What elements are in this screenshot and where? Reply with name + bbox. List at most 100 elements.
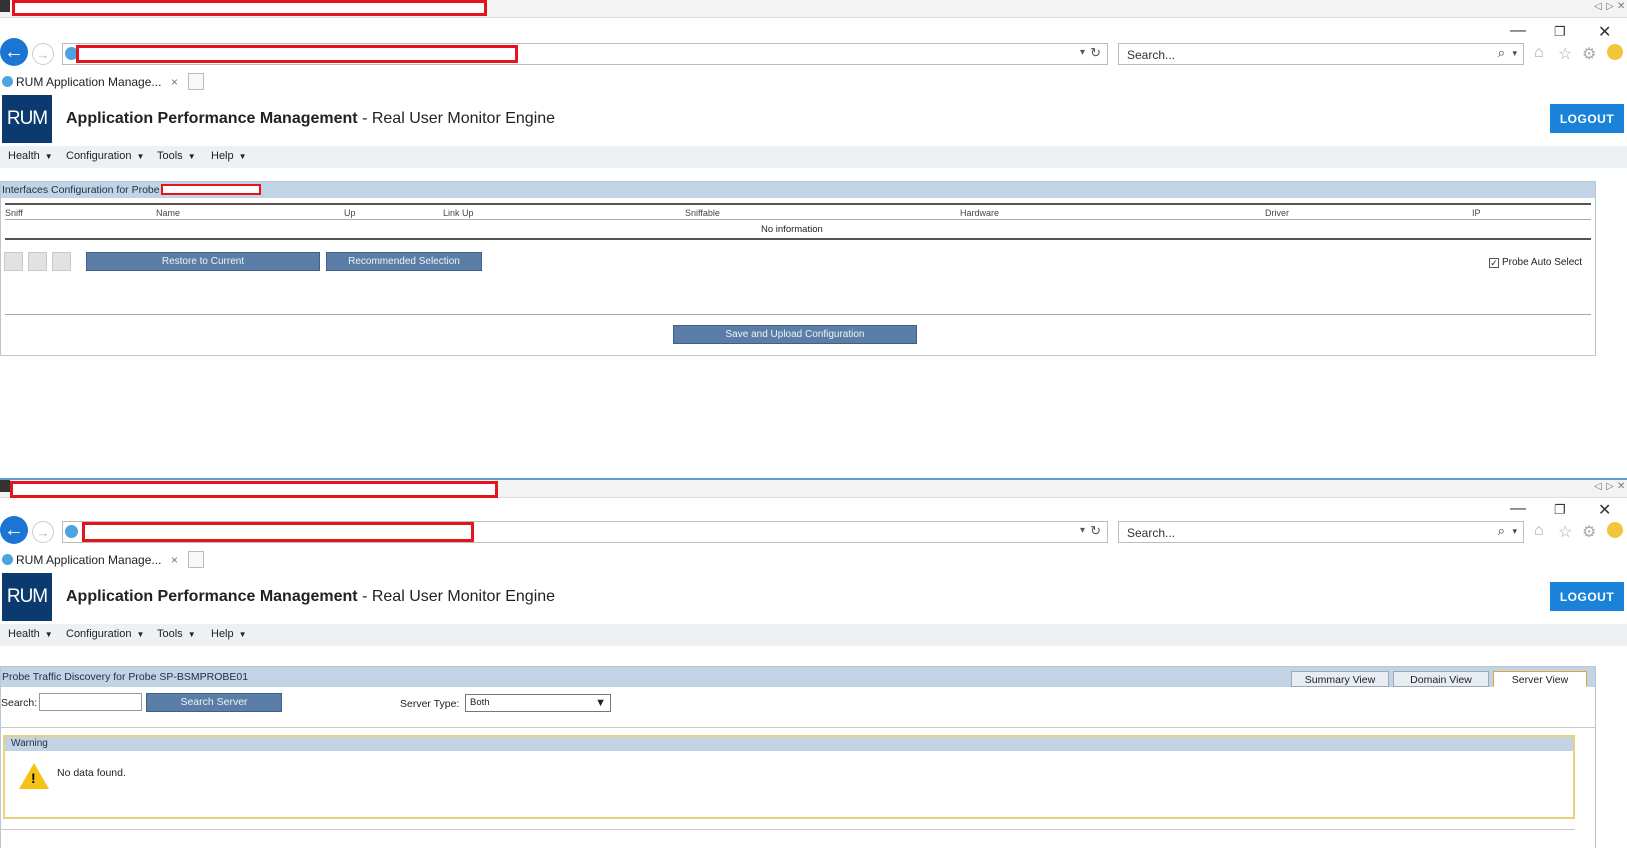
search-icon[interactable]: ⌕ [1498, 45, 1505, 61]
section-rule [1, 727, 1595, 728]
menu-health[interactable]: Health ▼ [8, 150, 53, 162]
probe-auto-select-checkbox[interactable]: ✓ [1489, 258, 1499, 268]
menu-tools-label: Tools [157, 150, 183, 162]
chevron-down-icon: ▼ [136, 630, 145, 639]
tab-scroll-left-icon[interactable]: ◁ [1594, 1, 1602, 12]
menu-tools[interactable]: Tools ▼ [157, 150, 196, 162]
browser-tab[interactable]: RUM Application Manage... × [0, 72, 182, 92]
app-title-bold: Application Performance Management [66, 588, 358, 605]
search-server-button[interactable]: Search Server [146, 693, 282, 712]
col-driver[interactable]: Driver [1265, 208, 1289, 218]
menu-configuration[interactable]: Configuration ▼ [66, 150, 144, 162]
tab-close-icon[interactable]: × [171, 550, 178, 570]
search-box[interactable]: ⌕ ▾ [1118, 43, 1524, 65]
save-upload-button[interactable]: Save and Upload Configuration [673, 325, 917, 344]
col-hardware[interactable]: Hardware [960, 208, 999, 218]
back-button[interactable]: ← [0, 516, 28, 544]
table-bottom-rule [5, 238, 1591, 240]
chevron-down-icon: ▼ [187, 630, 196, 639]
close-small-icon[interactable]: ✕ [1617, 481, 1625, 492]
menu-configuration-label: Configuration [66, 150, 132, 162]
ie-tab-icon [2, 76, 13, 87]
menu-configuration[interactable]: Configuration ▼ [66, 628, 144, 640]
close-small-icon[interactable]: ✕ [1617, 1, 1625, 12]
redacted-title [12, 0, 487, 16]
address-dropdown-icon[interactable]: ▾ [1080, 47, 1085, 58]
select-all-button[interactable] [4, 252, 23, 271]
server-search-input[interactable] [39, 693, 142, 711]
tab-close-icon[interactable]: × [171, 72, 178, 92]
recommended-selection-button[interactable]: Recommended Selection [326, 252, 482, 271]
redacted-url [82, 522, 474, 542]
warning-message: No data found. [57, 767, 126, 779]
home-icon[interactable]: ⌂ [1534, 44, 1544, 62]
forward-button[interactable]: → [32, 521, 54, 543]
search-box[interactable]: ⌕ ▾ [1118, 521, 1524, 543]
table-top-rule [5, 203, 1591, 205]
tab-scroll-left-icon[interactable]: ◁ [1594, 481, 1602, 492]
app-header: RUM Application Performance Management -… [0, 572, 1627, 624]
chevron-down-icon: ▼ [44, 152, 53, 161]
chevron-down-icon: ▼ [44, 630, 53, 639]
refresh-icon[interactable]: ↻ [1090, 523, 1101, 539]
select-none-button[interactable] [28, 252, 47, 271]
warning-title: Warning [11, 738, 48, 749]
search-dropdown-icon[interactable]: ▾ [1512, 48, 1517, 59]
col-name[interactable]: Name [156, 208, 180, 218]
back-button[interactable]: ← [0, 38, 28, 66]
empty-table-message: No information [761, 224, 823, 235]
app-header: RUM Application Performance Management -… [0, 94, 1627, 146]
logout-button[interactable]: LOGOUT [1550, 582, 1624, 611]
menu-help[interactable]: Help ▼ [211, 150, 247, 162]
home-icon[interactable]: ⌂ [1534, 522, 1544, 540]
favorites-icon[interactable]: ☆ [1558, 44, 1572, 64]
search-input[interactable] [1125, 45, 1429, 65]
new-tab-button[interactable] [188, 73, 204, 90]
col-sniff[interactable]: Sniff [5, 208, 23, 218]
menu-bar: Health ▼ Configuration ▼ Tools ▼ Help ▼ [0, 146, 1627, 168]
menu-help[interactable]: Help ▼ [211, 628, 247, 640]
server-type-label: Server Type: [400, 698, 460, 710]
col-ip[interactable]: IP [1472, 208, 1481, 218]
chevron-down-icon: ▼ [238, 630, 247, 639]
search-icon[interactable]: ⌕ [1498, 523, 1505, 539]
restore-to-current-button[interactable]: Restore to Current [86, 252, 320, 271]
menu-tools[interactable]: Tools ▼ [157, 628, 196, 640]
warning-header: Warning [5, 737, 1573, 751]
tab-server-view[interactable]: Server View [1493, 671, 1587, 687]
navigation-bar: ← → ▾ ↻ ⌕ ▾ ⌂ ☆ ⚙ [0, 38, 1627, 70]
invert-selection-button[interactable] [52, 252, 71, 271]
rum-logo: RUM [2, 573, 52, 621]
tab-summary-view[interactable]: Summary View [1291, 671, 1389, 687]
feedback-icon[interactable] [1607, 44, 1623, 60]
menu-health-label: Health [8, 628, 40, 640]
menu-help-label: Help [211, 150, 234, 162]
favorites-icon[interactable]: ☆ [1558, 522, 1572, 542]
warning-box: Warning ! No data found. [3, 735, 1575, 819]
col-up[interactable]: Up [344, 208, 356, 218]
chevron-down-icon: ▼ [238, 152, 247, 161]
tab-scroll-right-icon[interactable]: ▷ [1606, 1, 1614, 12]
navigation-bar: ← → ▾ ↻ ⌕ ▾ ⌂ ☆ ⚙ [0, 516, 1627, 548]
feedback-icon[interactable] [1607, 522, 1623, 538]
search-input[interactable] [1125, 523, 1429, 543]
tab-domain-view[interactable]: Domain View [1393, 671, 1489, 687]
forward-button[interactable]: → [32, 43, 54, 65]
tab-scroll-right-icon[interactable]: ▷ [1606, 481, 1614, 492]
logout-button[interactable]: LOGOUT [1550, 104, 1624, 133]
col-link-up[interactable]: Link Up [443, 208, 474, 218]
search-label: Search: [1, 697, 38, 709]
chevron-down-icon: ▼ [187, 152, 196, 161]
new-tab-button[interactable] [188, 551, 204, 568]
menu-health[interactable]: Health ▼ [8, 628, 53, 640]
redacted-url [76, 45, 518, 63]
menu-help-label: Help [211, 628, 234, 640]
refresh-icon[interactable]: ↻ [1090, 45, 1101, 61]
gear-icon[interactable]: ⚙ [1582, 522, 1596, 542]
col-sniffable[interactable]: Sniffable [685, 208, 720, 218]
server-type-select[interactable]: Both ▼ [465, 694, 611, 712]
browser-tab[interactable]: RUM Application Manage... × [0, 550, 182, 570]
address-dropdown-icon[interactable]: ▾ [1080, 525, 1085, 536]
search-dropdown-icon[interactable]: ▾ [1512, 526, 1517, 537]
gear-icon[interactable]: ⚙ [1582, 44, 1596, 64]
